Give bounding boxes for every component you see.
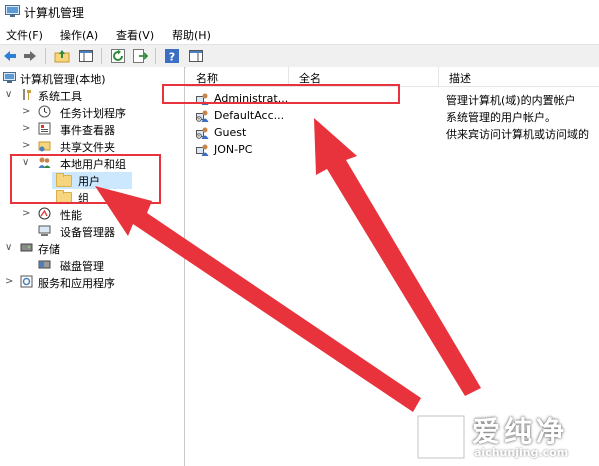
watermark-text: 爱纯净 [472,415,569,448]
annotation-arrows [95,118,481,412]
watermark: 爱纯净 aichunjing.com [410,408,599,466]
watermark-logo-icon [416,414,466,460]
watermark-url: aichunjing.com [474,446,569,459]
